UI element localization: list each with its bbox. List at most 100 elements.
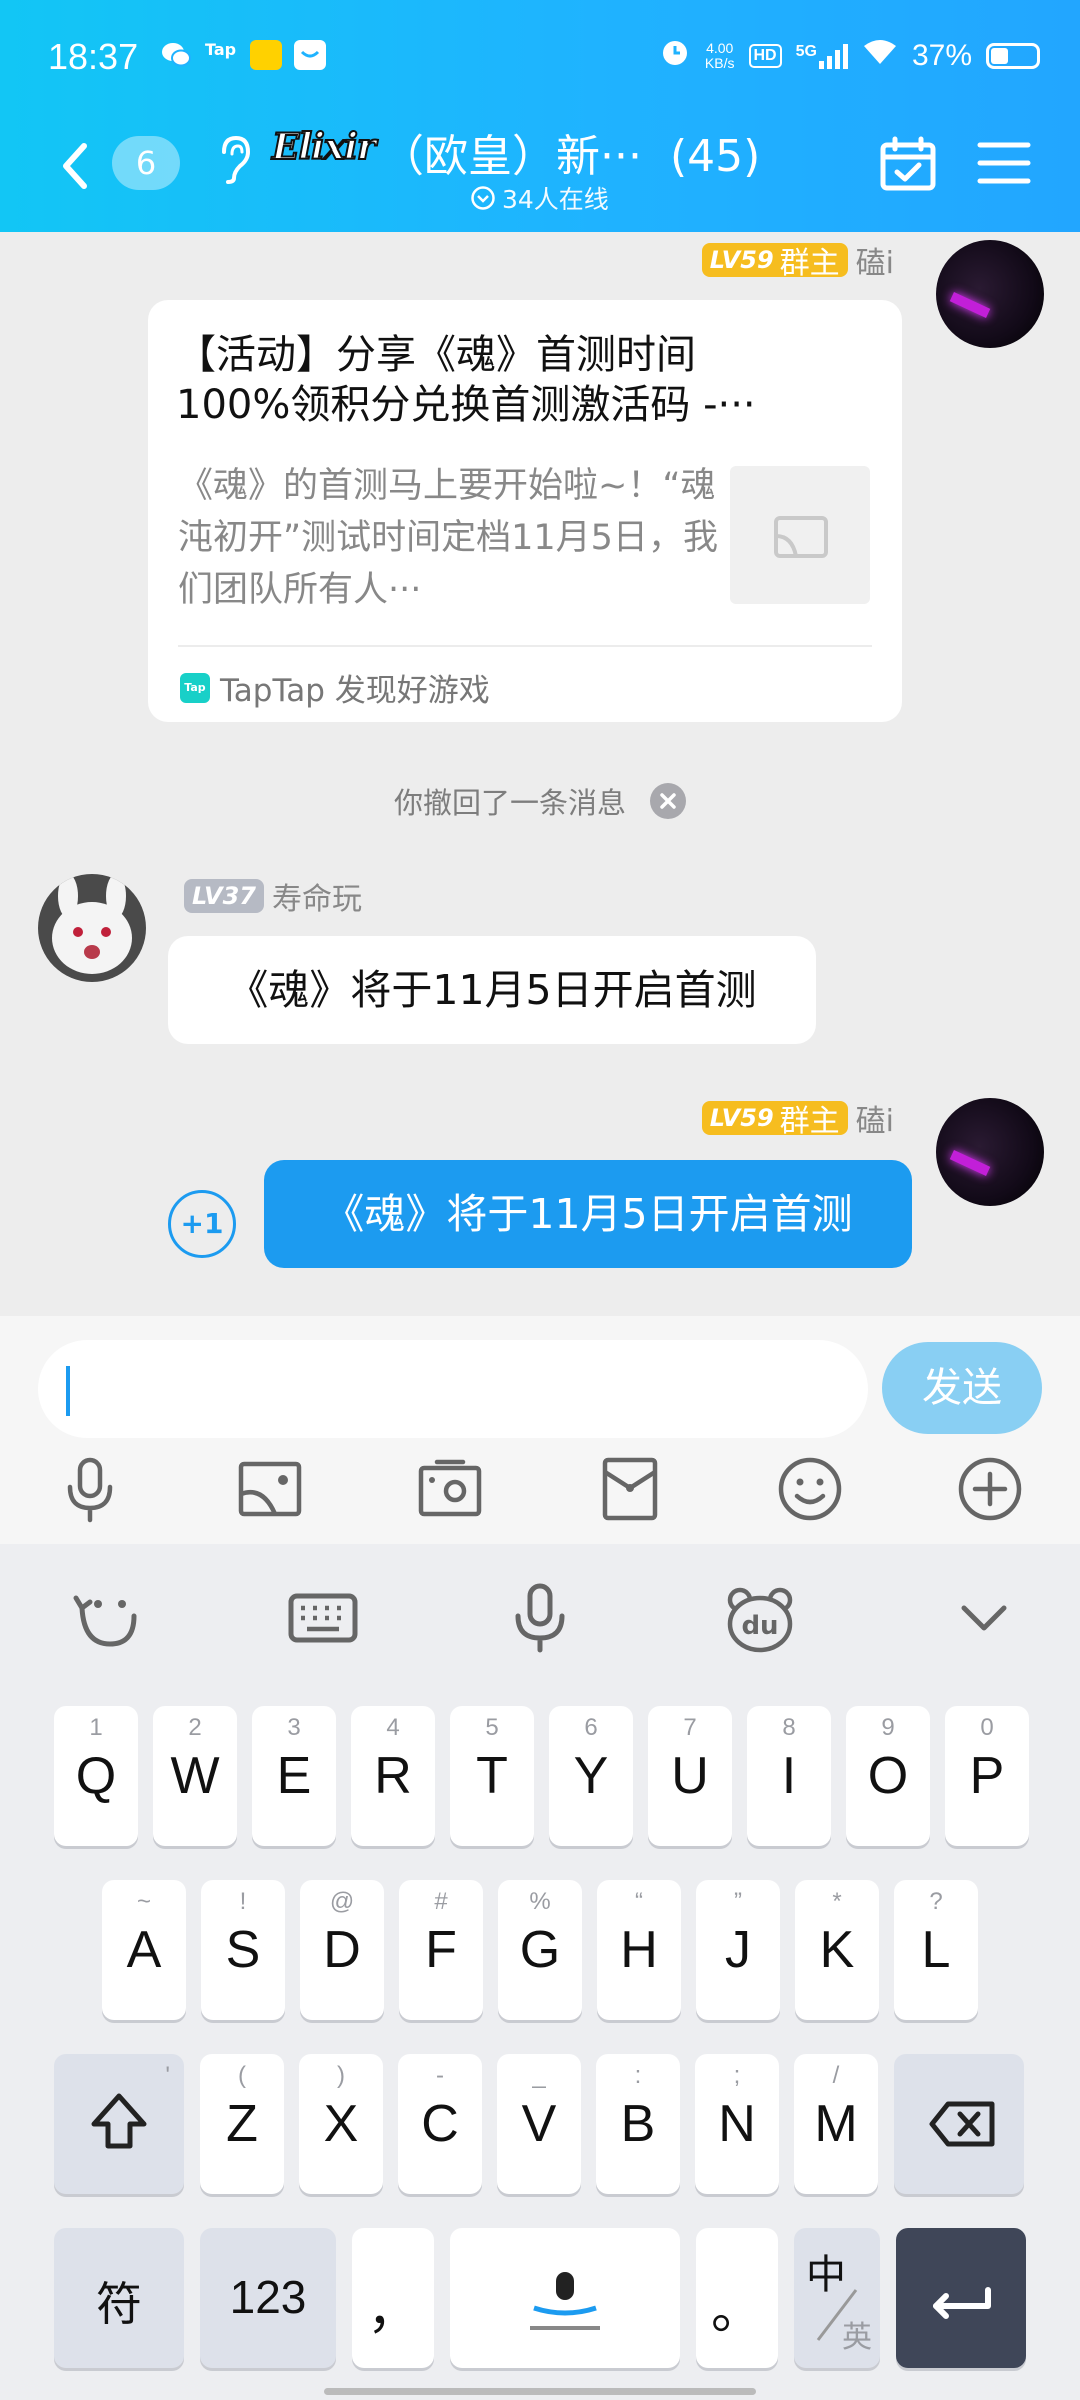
earpiece-mode-icon[interactable] bbox=[212, 132, 256, 186]
signal-label: 5G bbox=[795, 43, 817, 60]
key-label: Z bbox=[226, 2095, 258, 2153]
key-o[interactable]: 9O bbox=[846, 1706, 930, 1846]
key-d[interactable]: @ D bbox=[300, 1880, 384, 2020]
key-w[interactable]: 2W bbox=[153, 1706, 237, 1846]
key-n[interactable]: ; N bbox=[695, 2054, 779, 2194]
key-f[interactable]: # F bbox=[399, 1880, 483, 2020]
key-m[interactable]: / M bbox=[794, 2054, 878, 2194]
calendar-check-icon[interactable] bbox=[878, 134, 938, 194]
language-switch-key[interactable]: 中 英 bbox=[794, 2228, 880, 2368]
key-hint: ~ bbox=[136, 1888, 151, 1915]
keyboard-switch-icon[interactable] bbox=[283, 1578, 363, 1658]
hd-badge: HD bbox=[748, 44, 782, 68]
key-y[interactable]: 6Y bbox=[549, 1706, 633, 1846]
shift-hint: ' bbox=[165, 2062, 170, 2089]
key-a[interactable]: ~ A bbox=[102, 1880, 186, 2020]
key-label: Q bbox=[75, 1747, 117, 1805]
menu-icon[interactable] bbox=[976, 138, 1032, 188]
key-u[interactable]: 7U bbox=[648, 1706, 732, 1846]
card-divider bbox=[178, 645, 872, 647]
key-x[interactable]: ) X bbox=[299, 2054, 383, 2194]
card-title-line: 【活动】分享《魂》首测时间 bbox=[176, 332, 696, 378]
key-g[interactable]: % G bbox=[498, 1880, 582, 2020]
key-hint: * bbox=[832, 1888, 842, 1915]
back-arrow-icon[interactable] bbox=[50, 136, 110, 196]
key-hint: % bbox=[529, 1888, 551, 1915]
send-button[interactable]: 发送 bbox=[882, 1342, 1042, 1434]
card-source: Tap TapTap 发现好游戏 bbox=[180, 665, 490, 710]
member-count: (45) bbox=[669, 131, 761, 182]
level-text: LV37 bbox=[192, 882, 256, 910]
shift-key[interactable]: ' bbox=[54, 2054, 184, 2194]
key-j[interactable]: ” J bbox=[696, 1880, 780, 2020]
key-z[interactable]: (Z bbox=[200, 2054, 284, 2194]
avatar[interactable] bbox=[38, 874, 146, 982]
period-label: 。 bbox=[710, 2282, 763, 2340]
group-logo: Elixir bbox=[271, 125, 377, 186]
add-more-icon[interactable] bbox=[955, 1454, 1025, 1524]
key-p[interactable]: 0P bbox=[945, 1706, 1029, 1846]
key-i[interactable]: 8I bbox=[747, 1706, 831, 1846]
chevron-down-circle-icon bbox=[471, 186, 495, 210]
voice-input-icon[interactable] bbox=[500, 1578, 580, 1658]
image-placeholder-icon bbox=[730, 466, 870, 604]
plus-one-button[interactable]: +1 bbox=[168, 1190, 236, 1258]
message-bubble[interactable]: 《魂》将于11月5日开启首测 bbox=[168, 936, 816, 1044]
level-badge: LV59 群主 bbox=[701, 1101, 848, 1139]
numbers-key[interactable]: 123 bbox=[200, 2228, 336, 2368]
kb-emoji-toggle-icon[interactable] bbox=[68, 1578, 148, 1658]
alarm-icon bbox=[659, 36, 691, 76]
symbols-key[interactable]: 符 bbox=[54, 2228, 184, 2368]
key-label: W bbox=[170, 1747, 220, 1805]
message-input[interactable] bbox=[38, 1340, 868, 1438]
key-c[interactable]: -C bbox=[398, 2054, 482, 2194]
battery-icon bbox=[986, 43, 1040, 69]
baidu-input-icon[interactable]: du bbox=[720, 1578, 800, 1658]
keyboard: du 1Q2W3E4R5T6Y7U8I9O0P ~ A! S @ D # F% G “H” J * K… bbox=[0, 1544, 1080, 2400]
key-l[interactable]: ? L bbox=[894, 1880, 978, 2020]
avatar[interactable] bbox=[936, 240, 1044, 348]
key-h[interactable]: “H bbox=[597, 1880, 681, 2020]
voice-space-icon bbox=[530, 2272, 600, 2330]
key-e[interactable]: 3E bbox=[252, 1706, 336, 1846]
camera-icon[interactable] bbox=[415, 1454, 485, 1524]
key-q[interactable]: 1Q bbox=[54, 1706, 138, 1846]
level-text: LV59 bbox=[709, 1104, 774, 1132]
space-key[interactable] bbox=[450, 2228, 680, 2368]
image-gallery-icon[interactable] bbox=[235, 1454, 305, 1524]
recall-notice: 你撤回了一条消息 bbox=[0, 780, 1080, 822]
key-r[interactable]: 4R bbox=[351, 1706, 435, 1846]
collapse-keyboard-icon[interactable] bbox=[944, 1578, 1024, 1658]
key-k[interactable]: * K bbox=[795, 1880, 879, 2020]
key-label: E bbox=[276, 1747, 312, 1805]
owner-role: 群主 bbox=[779, 246, 840, 281]
key-hint: ( bbox=[238, 2062, 246, 2089]
emoji-icon[interactable] bbox=[775, 1454, 845, 1524]
taptap-icon: Tap bbox=[205, 40, 237, 59]
signal-strength-icon: 5G bbox=[796, 43, 848, 69]
backspace-key[interactable] bbox=[894, 2054, 1024, 2194]
avatar[interactable] bbox=[936, 1098, 1044, 1206]
red-packet-icon[interactable] bbox=[595, 1454, 665, 1524]
group-title[interactable]: （欧皇）新··· (45) bbox=[380, 120, 760, 184]
key-label: I bbox=[781, 1747, 797, 1805]
comma-key[interactable]: ， bbox=[352, 2228, 434, 2368]
shared-link-card[interactable]: 【活动】分享《魂》首测时间 100%领积分兑换首测激活码 -··· 《魂》的首测… bbox=[148, 300, 902, 722]
online-status: 34人在线 bbox=[470, 180, 609, 216]
card-title-line: 100%领积分兑换首测激活码 -··· bbox=[176, 382, 756, 428]
period-key[interactable]: 。 bbox=[696, 2228, 778, 2368]
close-icon[interactable] bbox=[650, 783, 686, 819]
mail-app-icon bbox=[294, 40, 326, 70]
level-text: LV59 bbox=[709, 246, 774, 274]
level-badge: LV37 bbox=[184, 879, 264, 913]
enter-key[interactable] bbox=[896, 2228, 1026, 2368]
key-label: F bbox=[425, 1921, 457, 1979]
key-t[interactable]: 5T bbox=[450, 1706, 534, 1846]
unread-count-badge[interactable]: 6 bbox=[112, 136, 180, 190]
microphone-icon[interactable] bbox=[55, 1454, 125, 1524]
key-v[interactable]: _ V bbox=[497, 2054, 581, 2194]
key-s[interactable]: ! S bbox=[201, 1880, 285, 2020]
message-bubble[interactable]: 《魂》将于11月5日开启首测 bbox=[264, 1160, 912, 1268]
key-b[interactable]: :B bbox=[596, 2054, 680, 2194]
wechat-icon bbox=[160, 40, 192, 70]
